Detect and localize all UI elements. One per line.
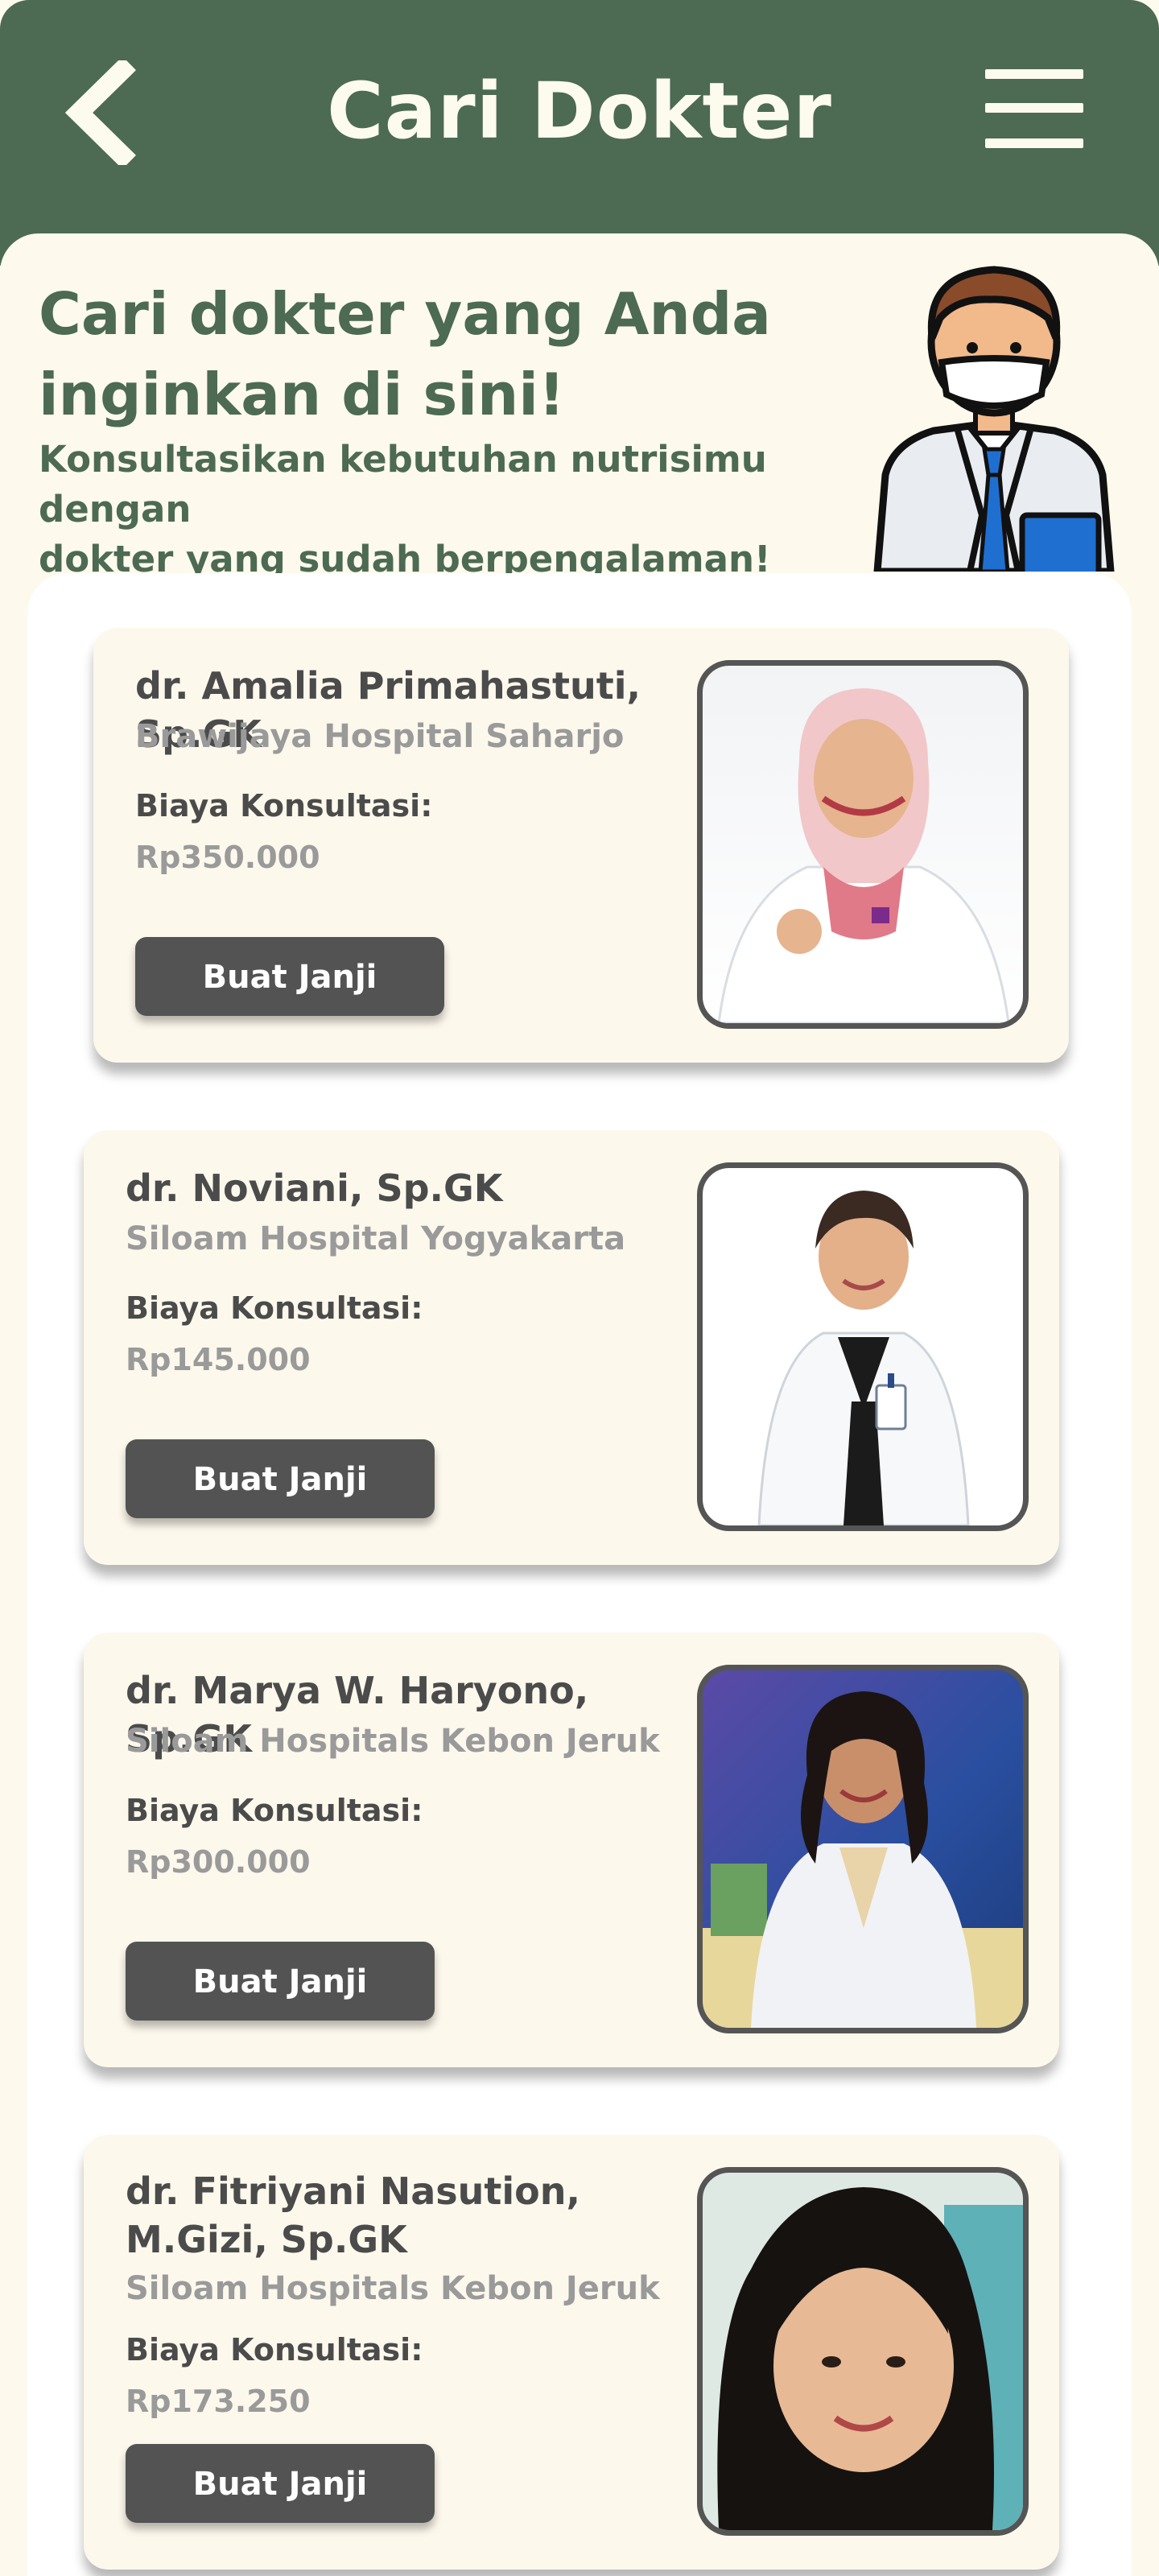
make-appointment-button[interactable]: Buat Janji (126, 1942, 435, 2021)
doctor-photo (697, 2167, 1029, 2536)
fee-value: Rp300.000 (126, 1844, 311, 1880)
fee-value: Rp145.000 (126, 1342, 311, 1377)
doctor-photo-image (703, 1691, 1023, 2028)
doctor-hospital: Siloam Hospitals Kebon Jeruk (126, 1723, 660, 1760)
fee-label: Biaya Konsultasi: (126, 2332, 423, 2368)
doctor-name: dr. Fitriyani Nasution, M.Gizi, Sp.GK (126, 2169, 580, 2261)
doctor-hospital: Siloam Hospital Yogyakarta (126, 1220, 626, 1257)
intro-subtitle-line: Konsultasikan kebutuhan nutrisimu dengan (39, 438, 767, 530)
make-appointment-button[interactable]: Buat Janji (126, 1439, 435, 1518)
doctor-card: dr. Marya W. Haryono, Sp.GK Siloam Hospi… (84, 1633, 1059, 2067)
intro-subtitle: Konsultasikan kebutuhan nutrisimu dengan… (39, 435, 843, 584)
make-appointment-button[interactable]: Buat Janji (126, 2444, 435, 2523)
doctor-card: dr. Noviani, Sp.GK Siloam Hospital Yogya… (84, 1130, 1059, 1565)
app-header: Cari Dokter (0, 0, 1159, 266)
hamburger-bar (985, 103, 1083, 113)
doctor-card: dr. Amalia Primahastuti, Sp.GK Brawijaya… (93, 628, 1069, 1063)
doctor-photo (697, 1162, 1029, 1531)
doctor-hospital: Brawijaya Hospital Saharjo (135, 718, 625, 755)
hamburger-menu-icon (985, 69, 1083, 79)
doctor-photo-image (757, 1191, 970, 1525)
masked-doctor-illustration (873, 266, 1115, 572)
intro-title: Cari dokter yang Anda inginkan di sini! (39, 274, 843, 435)
menu-button[interactable] (974, 64, 1095, 153)
fee-label: Biaya Konsultasi: (126, 1290, 423, 1326)
doctor-hospital: Siloam Hospitals Kebon Jeruk (126, 2270, 660, 2307)
doctor-name: dr. Noviani, Sp.GK (126, 1166, 503, 1210)
doctor-photo (697, 1665, 1029, 2033)
doctor-photo-image (717, 688, 1010, 1023)
intro-title-line: Cari dokter yang Anda (39, 280, 771, 348)
make-appointment-button[interactable]: Buat Janji (135, 937, 444, 1016)
intro-title-line: inginkan di sini! (39, 361, 565, 428)
doctor-card: dr. Fitriyani Nasution, M.Gizi, Sp.GK Si… (84, 2135, 1059, 2570)
hamburger-bar (985, 138, 1083, 148)
fee-label: Biaya Konsultasi: (135, 788, 433, 824)
doctor-photo (697, 660, 1029, 1029)
doctor-photo-image (717, 2187, 1023, 2530)
fee-label: Biaya Konsultasi: (126, 1793, 423, 1828)
fee-value: Rp350.000 (135, 840, 320, 875)
fee-value: Rp173.250 (126, 2384, 311, 2419)
